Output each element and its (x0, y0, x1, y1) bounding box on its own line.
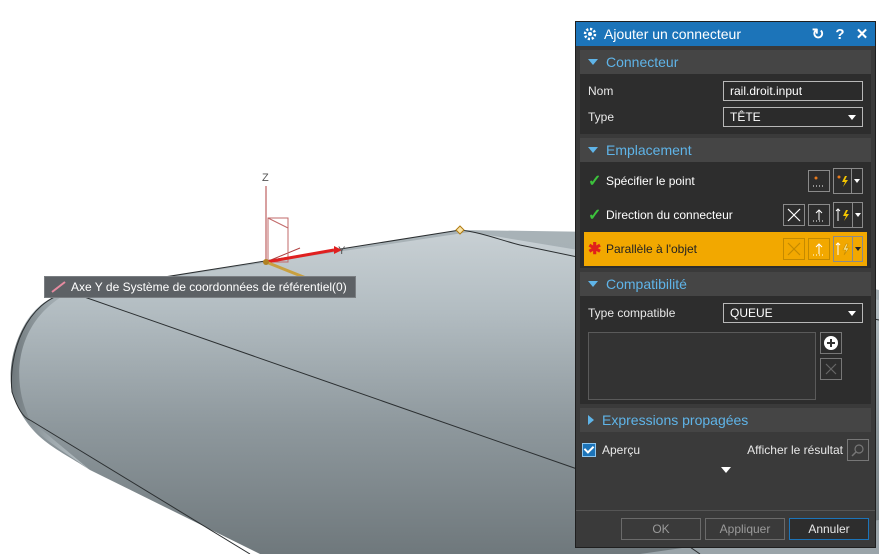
lightning-icon (835, 208, 849, 221)
axis-icon (51, 281, 66, 293)
vector-icon[interactable] (808, 204, 830, 226)
direction-method-dropdown[interactable] (833, 202, 863, 228)
connector-direction-label: Direction du connecteur (606, 208, 733, 222)
section-expressions: Expressions propagées (580, 408, 871, 432)
reverse-direction-icon[interactable] (783, 238, 805, 260)
section-title: Expressions propagées (602, 412, 749, 428)
y-axis-label: Y (338, 245, 346, 257)
parallel-object-row[interactable]: ✱ Parallèle à l'objet (584, 232, 867, 266)
cancel-button[interactable]: Annuler (789, 518, 869, 540)
reverse-direction-icon[interactable] (783, 204, 805, 226)
dialog-footer: OK Appliquer Annuler (576, 510, 875, 547)
section-connecteur: Connecteur Nom rail.droit.input Type TÊT… (580, 50, 871, 134)
plus-icon[interactable] (820, 332, 842, 354)
selection-tooltip: Axe Y de Système de coordonnées de référ… (44, 276, 356, 298)
dialog-titlebar[interactable]: Ajouter un connecteur ↻ ? ✕ (576, 22, 875, 46)
apply-button[interactable]: Appliquer (705, 518, 785, 540)
compatible-type-select[interactable]: QUEUE (723, 303, 863, 323)
compatible-type-value: QUEUE (730, 306, 773, 320)
point-method-dropdown[interactable] (833, 168, 863, 194)
name-input[interactable]: rail.droit.input (723, 81, 863, 101)
tooltip-text: Axe Y de Système de coordonnées de référ… (71, 280, 347, 294)
specify-point-label: Spécifier le point (606, 174, 695, 188)
section-header-compatibilite[interactable]: Compatibilité (580, 272, 871, 296)
magnifier-icon[interactable] (847, 439, 869, 461)
compatible-type-row: Type compatible QUEUE (588, 300, 863, 326)
section-title: Compatibilité (606, 276, 687, 292)
lightning-icon (835, 242, 850, 256)
name-value: rail.droit.input (730, 84, 803, 98)
parallel-method-dropdown[interactable] (833, 236, 863, 262)
help-icon[interactable]: ? (831, 25, 849, 43)
required-asterisk-icon: ✱ (588, 241, 602, 258)
more-options-toggle[interactable] (576, 464, 875, 476)
ok-button[interactable]: OK (621, 518, 701, 540)
collapse-arrow-icon (588, 281, 598, 287)
name-label: Nom (588, 84, 614, 98)
specify-point-row[interactable]: ✓ Spécifier le point (584, 164, 867, 198)
section-header-expressions[interactable]: Expressions propagées (580, 408, 871, 432)
checkmark-icon: ✓ (588, 173, 602, 190)
point-icon[interactable] (808, 170, 830, 192)
gear-icon (583, 27, 597, 41)
connector-direction-row[interactable]: ✓ Direction du connecteur (584, 198, 867, 232)
chevron-down-icon (720, 467, 731, 473)
collapse-arrow-icon (588, 59, 598, 65)
z-axis-label: Z (262, 172, 269, 184)
section-header-emplacement[interactable]: Emplacement (580, 138, 871, 162)
vector-icon[interactable] (808, 238, 830, 260)
checkmark-icon: ✓ (588, 207, 602, 224)
close-icon[interactable]: ✕ (853, 25, 871, 43)
lightning-icon (837, 175, 848, 187)
expand-arrow-icon (588, 415, 594, 425)
type-row: Type TÊTE (588, 104, 863, 130)
preview-label: Aperçu (602, 443, 641, 457)
section-emplacement: Emplacement ✓ Spécifier le point ✓ Direc… (580, 138, 871, 268)
compatible-types-list[interactable] (588, 332, 816, 400)
show-result-label: Afficher le résultat (747, 443, 843, 457)
collapse-arrow-icon (588, 147, 598, 153)
preview-checkbox[interactable] (582, 443, 596, 457)
chevron-down-icon (848, 310, 856, 316)
compatible-type-label: Type compatible (588, 306, 676, 320)
remove-icon[interactable] (820, 358, 842, 380)
section-title: Emplacement (606, 142, 692, 158)
section-header-connecteur[interactable]: Connecteur (580, 50, 871, 74)
type-label: Type (588, 110, 615, 124)
parallel-object-label: Parallèle à l'objet (606, 242, 698, 256)
section-compatibilite: Compatibilité Type compatible QUEUE (580, 272, 871, 404)
type-value: TÊTE (730, 110, 761, 124)
preview-row: Aperçu Afficher le résultat (576, 436, 875, 464)
name-row: Nom rail.droit.input (588, 78, 863, 104)
add-connector-dialog: Ajouter un connecteur ↻ ? ✕ Connecteur N… (575, 21, 876, 548)
section-title: Connecteur (606, 54, 679, 70)
reset-icon[interactable]: ↻ (809, 25, 827, 43)
dialog-title: Ajouter un connecteur (604, 26, 741, 42)
chevron-down-icon (848, 114, 856, 120)
type-select[interactable]: TÊTE (723, 107, 863, 127)
